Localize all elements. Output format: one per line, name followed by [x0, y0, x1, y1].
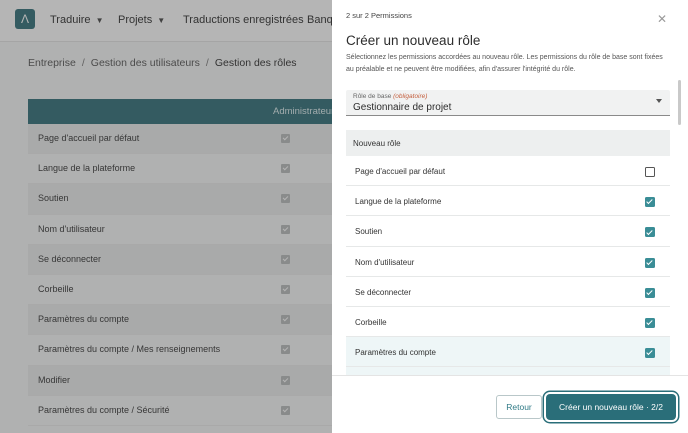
drawer-footer: Retour Créer un nouveau rôle · 2/2 — [332, 375, 688, 433]
back-button[interactable]: Retour — [496, 395, 542, 419]
permission-label: Nom d'utilisateur — [355, 257, 415, 267]
permission-row[interactable]: Corbeille — [346, 307, 670, 338]
drawer-title: Créer un nouveau rôle — [346, 33, 481, 48]
base-role-value: Gestionnaire de projet — [353, 102, 452, 113]
permission-row[interactable]: Page d'accueil par défaut — [346, 156, 670, 187]
scrollbar-thumb[interactable] — [678, 80, 681, 125]
permission-row[interactable] — [346, 367, 670, 375]
permission-row[interactable]: Se déconnecter — [346, 277, 670, 307]
permission-label: Langue de la plateforme — [355, 197, 442, 207]
permission-checkbox[interactable] — [645, 257, 655, 268]
base-role-label-text: Rôle de base — [353, 93, 392, 100]
close-icon[interactable]: ✕ — [657, 13, 667, 25]
permission-label: Page d'accueil par défaut — [355, 167, 446, 176]
base-role-select[interactable]: Rôle de base (obligatoire) Gestionnaire … — [346, 90, 670, 116]
permission-checkbox[interactable] — [645, 287, 655, 298]
permission-label: Paramètres du compte — [355, 348, 436, 358]
permissions-list-header: Nouveau rôle — [346, 130, 670, 156]
permission-checkbox[interactable] — [645, 227, 655, 238]
permission-row[interactable]: Paramètres du compte — [346, 337, 670, 368]
permission-row[interactable]: Soutien — [346, 216, 670, 247]
create-role-button[interactable]: Créer un nouveau rôle · 2/2 — [546, 394, 676, 420]
permission-label: Soutien — [355, 227, 383, 237]
permission-label: Corbeille — [355, 317, 387, 327]
permissions-header-label: Nouveau rôle — [353, 139, 401, 148]
caret-down-icon — [656, 99, 662, 103]
permission-row[interactable]: Nom d'utilisateur — [346, 247, 670, 277]
create-role-drawer: 2 sur 2 Permissions ✕ Créer un nouveau r… — [332, 0, 688, 433]
permission-checkbox[interactable] — [645, 317, 655, 328]
permission-checkbox[interactable] — [645, 167, 655, 177]
permission-checkbox[interactable] — [645, 348, 655, 359]
step-indicator: 2 sur 2 Permissions — [346, 11, 412, 20]
drawer-description: Sélectionnez les permissions accordées a… — [346, 54, 663, 73]
permission-label: Se déconnecter — [355, 287, 412, 297]
permission-row[interactable]: Langue de la plateforme — [346, 186, 670, 217]
base-role-label: Rôle de base (obligatoire) — [353, 93, 427, 100]
required-indicator: (obligatoire) — [393, 93, 428, 100]
permissions-list: Nouveau rôle Page d'accueil par défaut L… — [346, 130, 670, 375]
permission-checkbox[interactable] — [645, 197, 655, 208]
